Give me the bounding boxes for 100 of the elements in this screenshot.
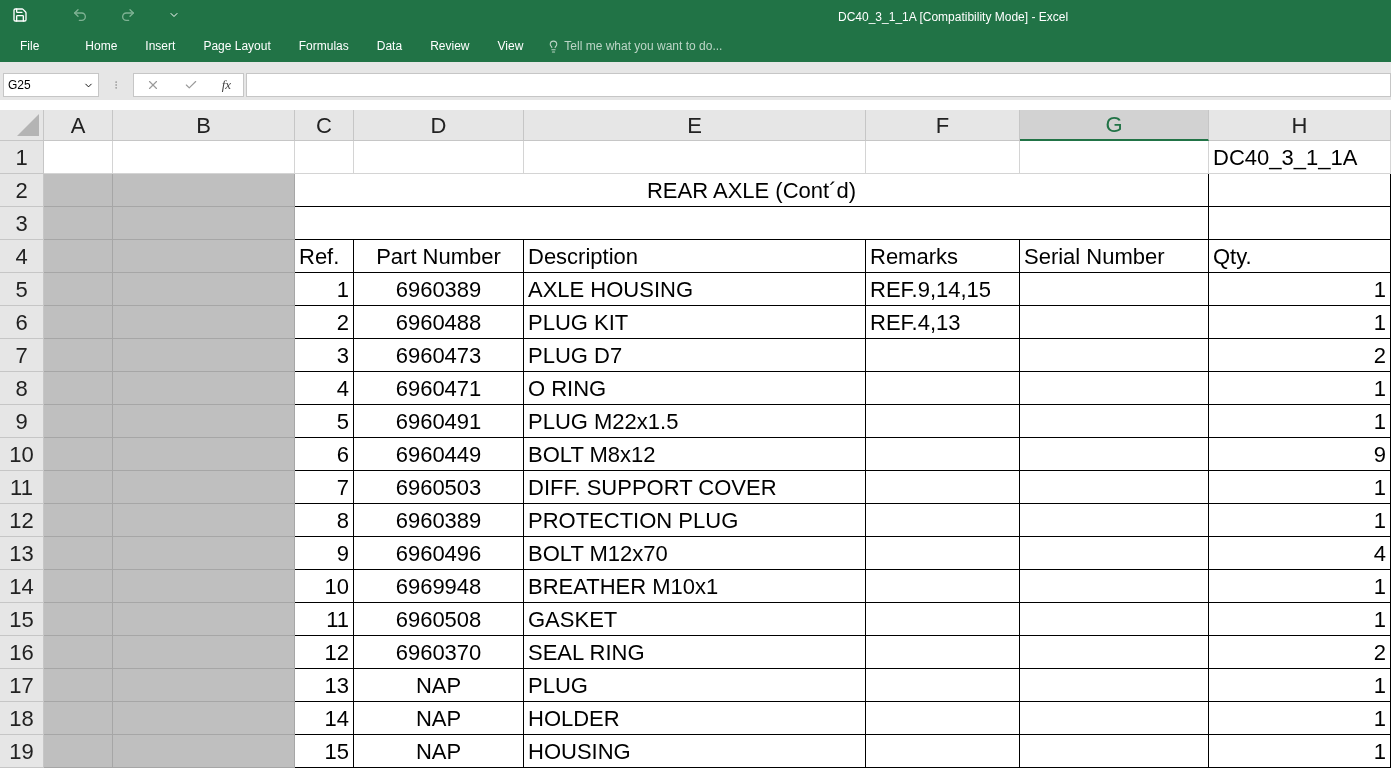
table-cell: HOLDER — [524, 702, 866, 735]
column-header[interactable]: G — [1020, 110, 1209, 141]
ribbon-tab[interactable]: Insert — [137, 33, 184, 59]
table-cell: PROTECTION PLUG — [524, 504, 866, 537]
row-header: 19 — [0, 735, 44, 768]
ribbon-tab[interactable]: Data — [368, 33, 411, 59]
table-cell: 1 — [1209, 306, 1391, 339]
row-header: 7 — [0, 339, 44, 372]
table-cell: 2 — [1209, 636, 1391, 669]
table-cell: 6960471 — [354, 372, 524, 405]
enter-icon[interactable] — [183, 78, 198, 92]
table-cell: Remarks — [866, 240, 1020, 273]
save-icon[interactable] — [12, 7, 28, 23]
row-header: 9 — [0, 405, 44, 438]
ribbon-tab[interactable]: Page Layout — [195, 33, 279, 59]
row-header: 16 — [0, 636, 44, 669]
table-cell: BREATHER M10x1 — [524, 570, 866, 603]
table-cell: 6 — [295, 438, 354, 471]
table-cell: 1 — [1209, 504, 1391, 537]
table-cell: 14 — [295, 702, 354, 735]
row-header: 4 — [0, 240, 44, 273]
table-cell: PLUG KIT — [524, 306, 866, 339]
table-cell: 7 — [295, 471, 354, 504]
ribbon-tab[interactable]: Home — [77, 33, 126, 59]
table-cell: 1 — [1209, 405, 1391, 438]
table-cell: 4 — [295, 372, 354, 405]
row-header: 15 — [0, 603, 44, 636]
table-cell: Part Number — [354, 240, 524, 273]
column-header[interactable]: H — [1209, 110, 1391, 141]
ribbon-tab[interactable]: Review — [422, 33, 478, 59]
table-cell: BOLT M12x70 — [524, 537, 866, 570]
table-cell: 6960488 — [354, 306, 524, 339]
name-box[interactable]: G25 — [3, 73, 99, 97]
table-cell: HOUSING — [524, 735, 866, 768]
table-cell: 6960491 — [354, 405, 524, 438]
table-cell: 6960473 — [354, 339, 524, 372]
row-header: 2 — [0, 174, 44, 207]
column-header[interactable]: E — [524, 110, 866, 141]
table-cell: 9 — [295, 537, 354, 570]
table-cell: Qty. — [1209, 240, 1391, 273]
table-cell: REF.9,14,15 — [866, 273, 1020, 306]
table-cell: 2 — [1209, 339, 1391, 372]
table-cell: REF.4,13 — [866, 306, 1020, 339]
table-cell: 1 — [1209, 471, 1391, 504]
row-header: 10 — [0, 438, 44, 471]
table-cell: 3 — [295, 339, 354, 372]
table-cell: DC40_3_1_1A — [1209, 141, 1391, 174]
row-header: 14 — [0, 570, 44, 603]
column-header[interactable]: C — [295, 110, 354, 141]
table-cell: 6960503 — [354, 471, 524, 504]
table-cell: 1 — [1209, 702, 1391, 735]
row-header: 18 — [0, 702, 44, 735]
table-cell: AXLE HOUSING — [524, 273, 866, 306]
table-cell: Serial Number — [1020, 240, 1209, 273]
table-cell: NAP — [354, 702, 524, 735]
formula-input[interactable] — [246, 73, 1391, 97]
table-cell: 1 — [1209, 570, 1391, 603]
table-cell: 9 — [1209, 438, 1391, 471]
table-cell: 13 — [295, 669, 354, 702]
column-header[interactable]: D — [354, 110, 524, 141]
table-cell: PLUG D7 — [524, 339, 866, 372]
row-header: 1 — [0, 141, 44, 174]
column-header[interactable]: F — [866, 110, 1020, 141]
table-cell: SEAL RING — [524, 636, 866, 669]
table-cell: 6960449 — [354, 438, 524, 471]
table-cell: 6960389 — [354, 504, 524, 537]
ribbon-tab[interactable]: Formulas — [290, 33, 357, 59]
table-cell: 1 — [1209, 735, 1391, 768]
table-cell: REAR AXLE (Cont´d) — [295, 174, 1209, 207]
row-header: 6 — [0, 306, 44, 339]
table-cell: 10 — [295, 570, 354, 603]
table-cell: NAP — [354, 735, 524, 768]
table-cell: DIFF. SUPPORT COVER — [524, 471, 866, 504]
table-cell: Description — [524, 240, 866, 273]
column-header[interactable]: B — [113, 110, 295, 141]
undo-icon[interactable] — [72, 7, 88, 23]
table-cell: Ref. — [295, 240, 354, 273]
tell-me-field[interactable]: Tell me what you want to do... — [547, 37, 723, 55]
table-cell: 4 — [1209, 537, 1391, 570]
table-cell: BOLT M8x12 — [524, 438, 866, 471]
table-cell: O RING — [524, 372, 866, 405]
table-cell: 8 — [295, 504, 354, 537]
insert-function-button[interactable]: fx — [221, 75, 232, 95]
table-cell: 12 — [295, 636, 354, 669]
ribbon-tab[interactable]: File — [12, 33, 48, 59]
row-header: 17 — [0, 669, 44, 702]
table-cell: 1 — [1209, 273, 1391, 306]
window-title: DC40_3_1_1A [Compatibility Mode] - Excel — [838, 9, 1069, 26]
table-cell: 1 — [295, 273, 354, 306]
table-cell: GASKET — [524, 603, 866, 636]
table-cell: 1 — [1209, 372, 1391, 405]
table-cell: 2 — [295, 306, 354, 339]
table-cell: 6960496 — [354, 537, 524, 570]
column-header[interactable]: A — [44, 110, 113, 141]
table-cell: 11 — [295, 603, 354, 636]
redo-icon[interactable] — [120, 7, 136, 23]
table-cell: 6960508 — [354, 603, 524, 636]
table-cell: 6960389 — [354, 273, 524, 306]
ribbon-tab[interactable]: View — [489, 33, 532, 59]
row-header: 11 — [0, 471, 44, 504]
